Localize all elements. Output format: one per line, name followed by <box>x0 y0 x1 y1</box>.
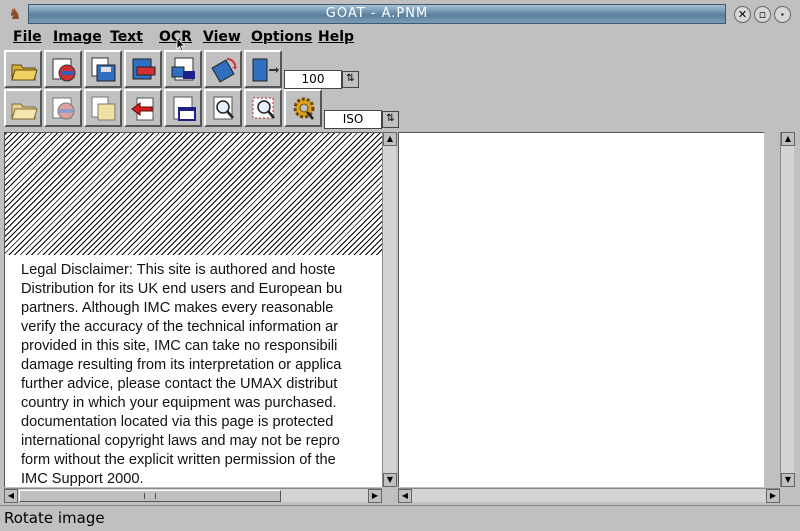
rotate-icon <box>211 58 237 83</box>
menu-options[interactable]: Options <box>251 29 312 45</box>
window-title: GOAT - A.PNM <box>325 6 429 21</box>
thumb-grip <box>144 493 156 499</box>
scanned-document-text: Legal Disclaimer: This site is authored … <box>21 261 382 487</box>
zoom-region-button[interactable] <box>244 89 282 127</box>
scroll-up-icon[interactable]: ▲ <box>781 132 795 146</box>
region-icon <box>171 57 195 81</box>
scroll-down-icon[interactable]: ▼ <box>383 473 397 487</box>
status-bar: Rotate image <box>0 505 800 531</box>
doc-line: provided in this site, IMC can take no r… <box>21 338 338 354</box>
doc-line: international copyright laws and may not… <box>21 433 340 449</box>
doc-line: verify the accuracy of the technical inf… <box>21 319 339 335</box>
crop-image-button[interactable] <box>124 50 162 88</box>
scan-image-button[interactable] <box>44 50 82 88</box>
menu-file[interactable]: File <box>13 29 42 45</box>
text-region-icon <box>173 96 196 121</box>
crop-icon <box>132 58 156 80</box>
scroll-left-icon[interactable]: ◀ <box>398 489 412 503</box>
doc-line: further advice, please contact the UMAX … <box>21 376 338 392</box>
doc-line: documentation located via this page is p… <box>21 414 334 430</box>
right-horizontal-scrollbar[interactable]: ◀ ▶ <box>398 488 780 503</box>
flip-image-button[interactable] <box>244 50 282 88</box>
save-text-button[interactable] <box>84 89 122 127</box>
delete-text-button[interactable] <box>124 89 162 127</box>
doc-line: Distribution for its UK end users and Eu… <box>21 281 343 297</box>
scan-text-button[interactable] <box>44 89 82 127</box>
select-region-button[interactable] <box>164 50 202 88</box>
magnifier-icon <box>213 96 234 120</box>
doc-line: Legal Disclaimer: This site is authored … <box>21 262 336 278</box>
menu-text[interactable]: Text <box>110 29 143 45</box>
open-image-button[interactable] <box>4 50 42 88</box>
doc-line: partners. Although IMC makes every reaso… <box>21 300 334 316</box>
text-region-button[interactable] <box>164 89 202 127</box>
folder-text-icon <box>11 103 38 120</box>
zoom-field[interactable]: 100 <box>284 70 342 89</box>
image-view[interactable]: Legal Disclaimer: This site is authored … <box>4 132 382 487</box>
folder-open-icon <box>11 64 38 81</box>
scanner-icon <box>52 58 76 82</box>
minimize-icon[interactable]: · <box>774 6 791 23</box>
arrow-left-icon <box>131 97 154 121</box>
right-vertical-scrollbar[interactable]: ▲ ▼ <box>780 132 795 487</box>
flip-icon <box>252 58 279 82</box>
scroll-right-icon[interactable]: ▶ <box>368 489 382 503</box>
doc-line: country in which your equipment was purc… <box>21 395 337 411</box>
menu-bar: File Image Text OCR View Options Help <box>0 28 800 48</box>
scroll-up-icon[interactable]: ▲ <box>383 132 397 146</box>
image-hatch-area <box>5 133 382 255</box>
zoom-text-button[interactable] <box>204 89 242 127</box>
maximize-icon[interactable]: ▫ <box>754 6 771 23</box>
left-horizontal-scrollbar[interactable]: ◀ ▶ <box>4 488 382 503</box>
menu-image[interactable]: Image <box>53 29 102 45</box>
doc-line: damage resulting from its interpretation… <box>21 357 342 373</box>
save-image-button[interactable] <box>84 50 122 88</box>
open-text-button[interactable] <box>4 89 42 127</box>
title-strip[interactable]: GOAT - A.PNM <box>28 4 726 24</box>
gear-icon <box>293 97 315 120</box>
rotate-image-button[interactable] <box>204 50 242 88</box>
menu-view[interactable]: View <box>203 29 241 45</box>
menu-help[interactable]: Help <box>318 29 354 45</box>
scroll-left-icon[interactable]: ◀ <box>4 489 18 503</box>
status-text: Rotate image <box>4 509 105 527</box>
save-image-icon <box>91 57 116 82</box>
scroll-right-icon[interactable]: ▶ <box>766 489 780 503</box>
doc-line: form without the explicit written permis… <box>21 452 336 468</box>
doc-line: IMC Support 2000. <box>21 471 144 487</box>
app-goat-icon[interactable]: ♞ <box>6 4 24 24</box>
language-field[interactable]: ISO <box>324 110 382 129</box>
horizontal-scroll-thumb[interactable] <box>19 490 281 502</box>
title-bar: ♞ GOAT - A.PNM ✕ ▫ · <box>0 0 800 28</box>
left-vertical-scrollbar[interactable]: ▲ ▼ <box>382 132 397 487</box>
save-text-icon <box>91 96 116 121</box>
scan-text-icon <box>52 97 75 120</box>
text-view[interactable] <box>398 132 764 487</box>
language-spin-icon[interactable]: ⇅ <box>382 111 399 128</box>
recognize-button[interactable] <box>284 89 322 127</box>
scroll-down-icon[interactable]: ▼ <box>781 473 795 487</box>
magnifier-region-icon <box>252 97 275 119</box>
close-icon[interactable]: ✕ <box>734 6 751 23</box>
zoom-spin-icon[interactable]: ⇅ <box>342 71 359 88</box>
